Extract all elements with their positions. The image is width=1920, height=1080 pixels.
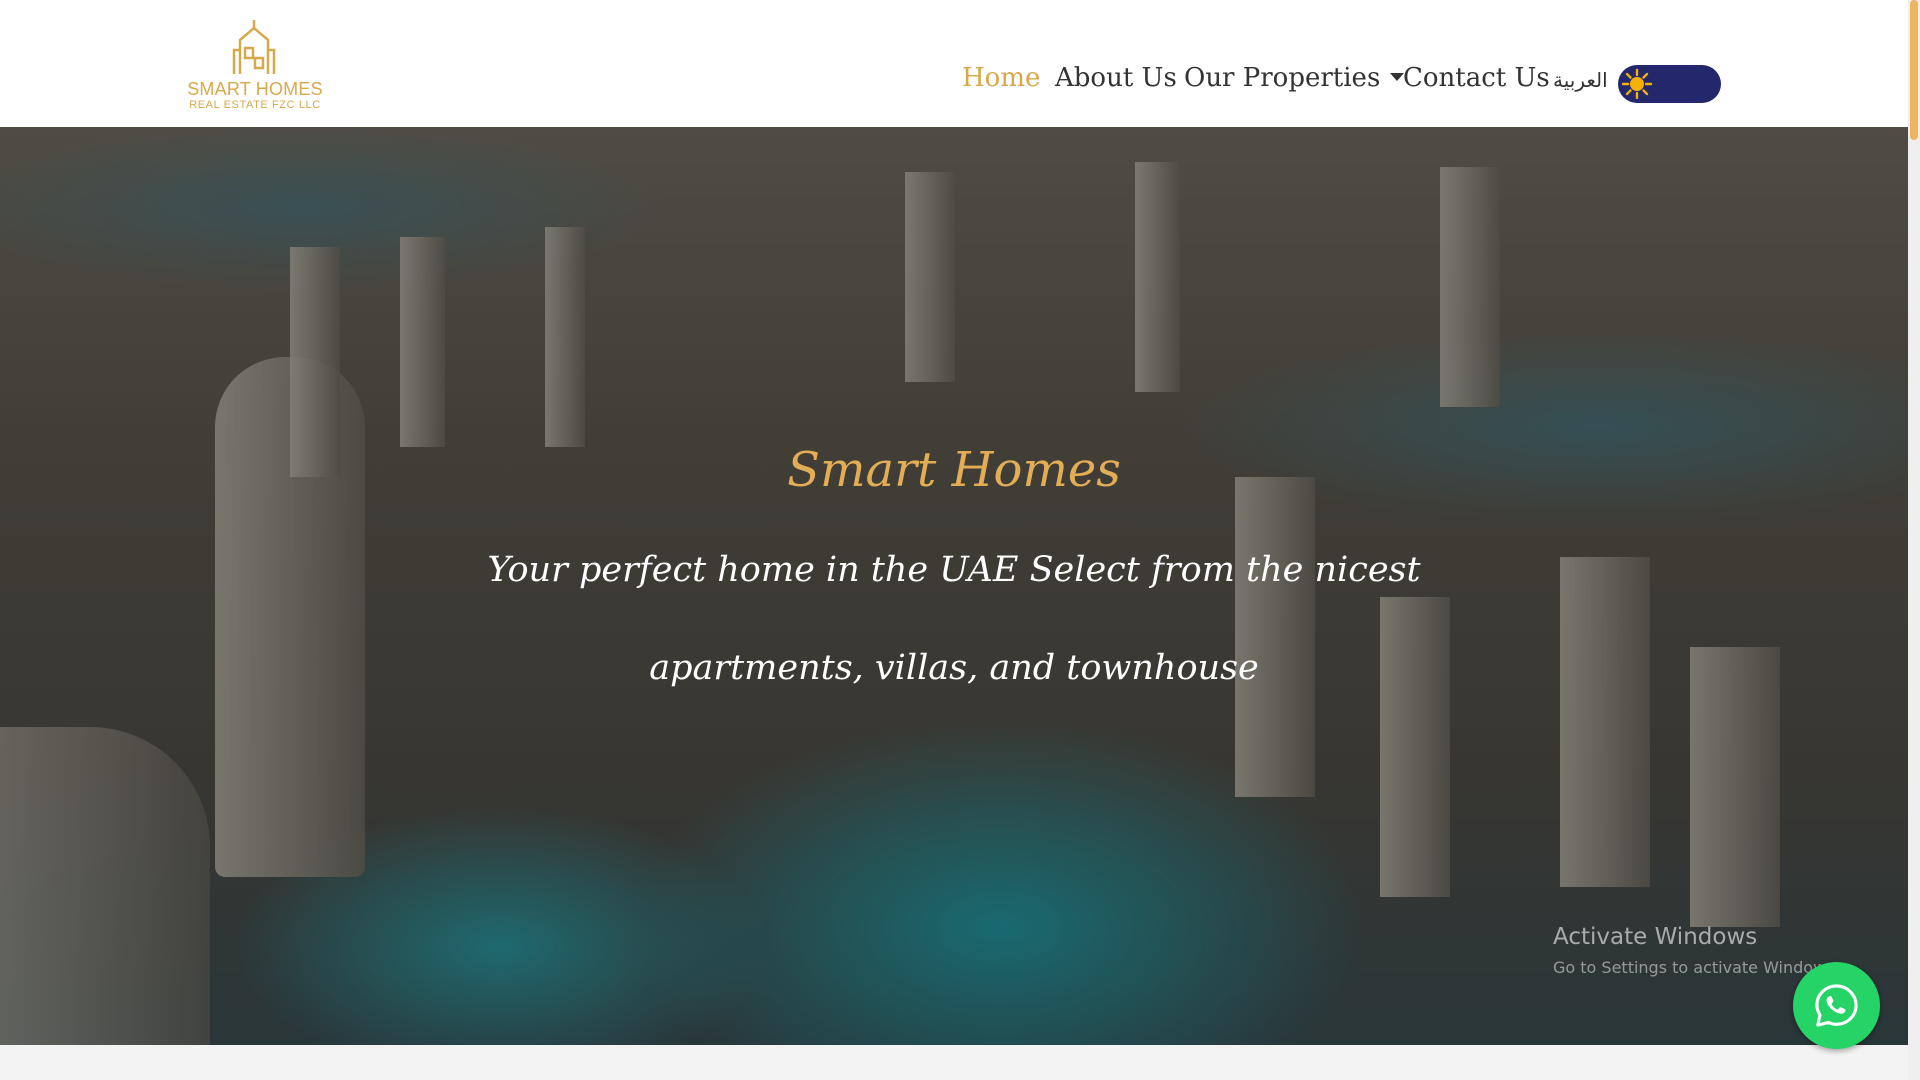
logo[interactable]: SMART HOMES REAL ESTATE FZC LLC	[184, 16, 326, 112]
site-header: SMART HOMES REAL ESTATE FZC LLC Home Abo…	[0, 0, 1908, 127]
nav-about-us[interactable]: About Us	[1055, 58, 1177, 98]
whatsapp-button[interactable]	[1793, 962, 1880, 1049]
language-switch[interactable]: العربية	[1553, 60, 1608, 100]
hero-banner: Smart Homes Your perfect home in the UAE…	[0, 127, 1908, 1045]
nav-contact-us[interactable]: Contact Us	[1403, 58, 1550, 98]
sun-icon	[1621, 68, 1653, 100]
hero-subtitle-line-1: Your perfect home in the UAE Select from…	[487, 550, 1421, 590]
theme-toggle[interactable]	[1618, 65, 1721, 103]
nav-home[interactable]: Home	[962, 58, 1040, 98]
activate-windows-subtitle: Go to Settings to activate Windows.	[1553, 958, 1840, 977]
activate-windows-title: Activate Windows	[1553, 924, 1758, 950]
hero-title: Smart Homes	[787, 442, 1121, 498]
nav-our-properties-label: Our Properties	[1184, 63, 1381, 93]
hero-subtitle-line-2: apartments, villas, and townhouse	[649, 648, 1259, 688]
nav-our-properties[interactable]: Our Properties	[1184, 58, 1405, 98]
scrollbar-thumb[interactable]	[1910, 0, 1918, 140]
logo-mark-icon	[232, 20, 276, 74]
whatsapp-icon	[1815, 984, 1858, 1027]
page-scrollbar[interactable]	[1908, 0, 1920, 1080]
logo-subtitle: REAL ESTATE FZC LLC	[189, 99, 321, 111]
logo-title: SMART HOMES	[187, 79, 323, 99]
